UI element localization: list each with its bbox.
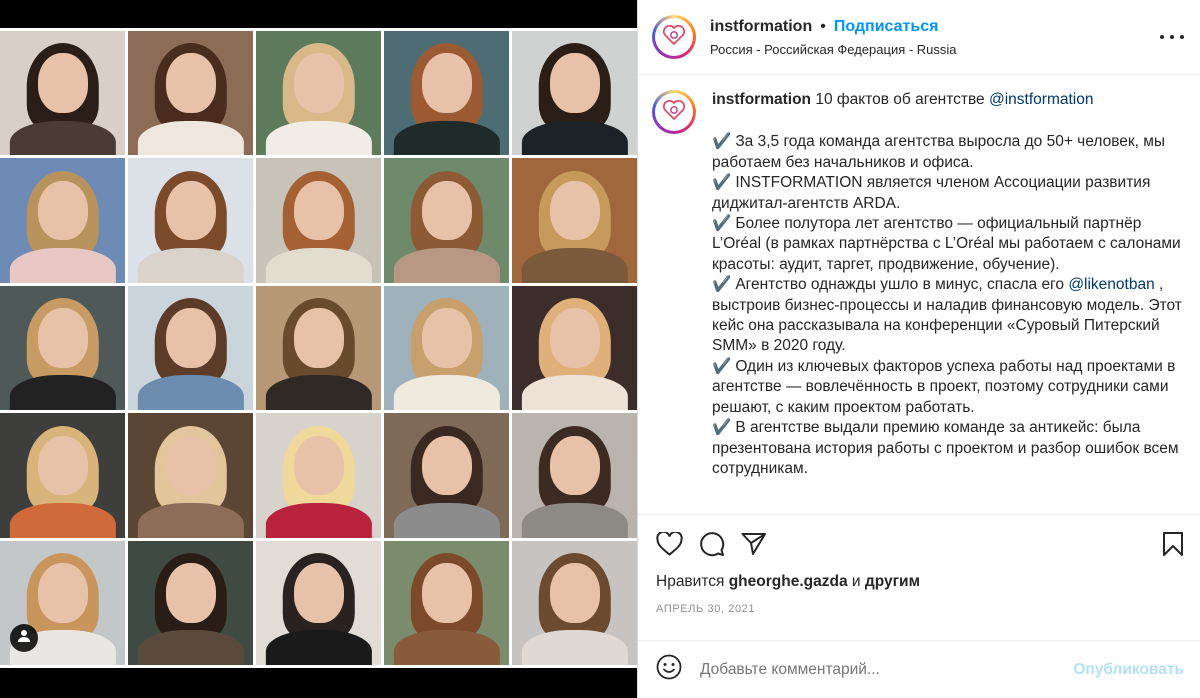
fact-text: INSTFORMATION является членом Ассоциации… [712, 174, 1151, 212]
caption-avatar[interactable] [652, 90, 696, 134]
check-icon: ✔️ [712, 276, 732, 294]
fact-text: Один из ключевых факторов успеха работы … [712, 357, 1176, 416]
caption-area: instformation 10 фактов об агентстве @in… [638, 76, 1200, 514]
team-photo [512, 285, 637, 411]
fact-item: ✔️ За 3,5 года команда агентства выросла … [712, 132, 1184, 173]
team-photo [256, 540, 381, 665]
caption-intro: 10 фактов об агентстве [815, 91, 985, 108]
team-photo [0, 285, 125, 411]
separator-dot: • [820, 17, 826, 35]
smiley-icon[interactable] [656, 654, 682, 685]
team-photo [256, 285, 381, 411]
check-icon: ✔️ [712, 174, 732, 192]
team-photo [0, 158, 125, 283]
team-photo [0, 413, 125, 538]
team-photo [384, 540, 509, 665]
more-options-icon[interactable] [1160, 35, 1184, 39]
post-actions: Нравится gheorghe.gazda и другим АПРЕЛЬ … [638, 514, 1200, 615]
fact-text: Более полутора лет агентство — официальн… [712, 215, 1181, 273]
team-photo [512, 540, 637, 665]
fact-list: ✔️ За 3,5 года команда агентства выросла … [712, 132, 1184, 479]
user-tag-button[interactable] [10, 624, 38, 652]
team-photo [384, 31, 509, 156]
likes-others-link[interactable]: другим [865, 573, 920, 590]
check-icon: ✔️ [712, 215, 732, 233]
team-photo [0, 31, 125, 156]
team-photo [256, 31, 381, 156]
caption-username[interactable]: instformation [712, 91, 811, 108]
team-photo [128, 285, 253, 411]
caption-text: instformation 10 фактов об агентстве @in… [712, 90, 1184, 514]
likes-summary: Нравится gheorghe.gazda и другим [656, 573, 1184, 591]
fact-mention[interactable]: @likenotban [1068, 276, 1154, 293]
post-date[interactable]: АПРЕЛЬ 30, 2021 [656, 603, 1184, 615]
fact-item: ✔️ Агентство однажды ушло в минус, спасла… [712, 275, 1184, 357]
fact-text: В агентстве выдали премию команде за ант… [712, 419, 1179, 477]
person-icon [17, 629, 31, 648]
fact-text: За 3,5 года команда агентства выросла до… [712, 133, 1166, 171]
instagram-post-modal: instformation • Подписаться Россия - Рос… [0, 0, 1200, 698]
team-photo [256, 413, 381, 538]
paper-plane-icon[interactable] [741, 532, 767, 556]
comment-bar: Опубликовать [638, 640, 1200, 698]
likes-conj: и [851, 573, 861, 590]
check-icon: ✔️ [712, 357, 732, 375]
post-author-username[interactable]: instformation [710, 18, 812, 36]
team-photo [128, 31, 253, 156]
brand-heart-logo-icon [661, 22, 687, 53]
follow-button[interactable]: Подписаться [834, 18, 939, 36]
heart-icon[interactable] [656, 532, 683, 556]
likes-prefix: Нравится [656, 573, 725, 590]
publish-button[interactable]: Опубликовать [1073, 661, 1184, 679]
post-side-panel: instformation • Подписаться Россия - Рос… [637, 0, 1200, 698]
fact-item: ✔️ Один из ключевых факторов успеха работ… [712, 357, 1184, 418]
fact-text: Агентство однажды ушло в минус, спасла е… [735, 276, 1064, 294]
fact-item: ✔️ INSTFORMATION является членом Ассоциац… [712, 173, 1184, 214]
bookmark-icon[interactable] [1162, 531, 1184, 557]
team-photo [512, 413, 637, 538]
fact-item: ✔️ Более полутора лет агентство — официал… [712, 214, 1184, 275]
team-photo [128, 540, 253, 665]
liker-username[interactable]: gheorghe.gazda [729, 573, 848, 590]
post-location[interactable]: Россия - Российская Федерация - Russia [710, 42, 1160, 57]
photo-collage [0, 28, 637, 668]
comment-input[interactable] [700, 660, 1074, 679]
fact-item: ✔️ В агентстве выдали премию команде за а… [712, 418, 1184, 479]
post-header: instformation • Подписаться Россия - Рос… [638, 0, 1200, 75]
team-photo [512, 31, 637, 156]
check-icon: ✔️ [712, 419, 732, 437]
team-photo [128, 413, 253, 538]
caption-mention[interactable]: @instformation [989, 91, 1093, 108]
team-photo [384, 285, 509, 411]
team-photo [384, 413, 509, 538]
team-photo [128, 158, 253, 283]
avatar[interactable] [652, 15, 696, 59]
team-photo [512, 158, 637, 283]
team-photo [384, 158, 509, 283]
brand-heart-logo-icon [661, 97, 687, 128]
check-icon: ✔️ [712, 133, 732, 151]
post-media[interactable] [0, 0, 637, 698]
team-photo [256, 158, 381, 283]
comment-icon[interactable] [699, 531, 725, 557]
